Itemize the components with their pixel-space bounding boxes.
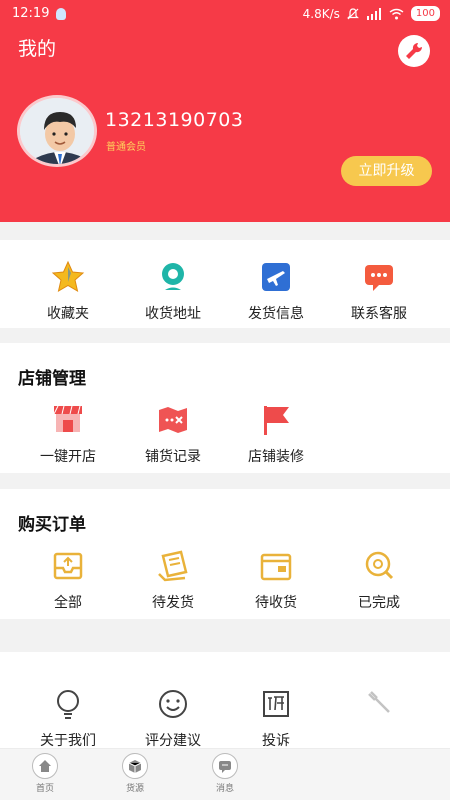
user-phone: 13213190703	[105, 109, 244, 131]
map-icon	[153, 400, 193, 440]
qq-icon	[56, 8, 66, 20]
more-item-about[interactable]: 关于我们	[18, 684, 118, 750]
quick-item-address[interactable]: 收货地址	[123, 257, 223, 323]
tab-label: 首页	[35, 784, 54, 794]
tab-messages[interactable]: 消息	[195, 753, 255, 794]
order-item-label: 待发货	[152, 595, 194, 611]
avatar[interactable]	[17, 95, 97, 167]
wrench-icon	[406, 42, 423, 59]
quick-item-favorites[interactable]: 收藏夹	[18, 257, 118, 323]
store-item-records[interactable]: 铺货记录	[123, 400, 223, 466]
quick-item-label: 发货信息	[248, 306, 304, 322]
order-item-all[interactable]: 全部	[18, 546, 118, 612]
more-item-hidden[interactable]	[329, 682, 429, 722]
store-item-label: 铺货记录	[145, 449, 201, 465]
member-level: 普通会员	[106, 142, 146, 153]
check-search-icon	[359, 546, 399, 586]
tab-supply[interactable]: 货源	[105, 753, 165, 794]
tab-label: 消息	[215, 784, 234, 794]
section-title: 购买订单	[18, 515, 86, 535]
order-item-label: 待收货	[255, 595, 297, 611]
upgrade-button[interactable]: 立即升级	[341, 156, 432, 186]
store-item-open[interactable]: 一键开店	[18, 400, 118, 466]
store-item-label: 一键开店	[40, 449, 96, 465]
smile-icon	[153, 684, 193, 724]
wifi-icon	[389, 8, 404, 19]
message-icon	[212, 753, 238, 779]
supply-box-icon	[122, 753, 148, 779]
bulb-icon	[48, 684, 88, 724]
quick-menu: 收藏夹 收货地址 发货信息 联系客服	[0, 240, 450, 328]
wallet-icon	[256, 546, 296, 586]
status-bar: 12:19 4.8K/s 100	[0, 0, 450, 30]
chat-icon	[359, 257, 399, 297]
section-title: 店铺管理	[18, 369, 86, 389]
home-icon	[32, 753, 58, 779]
flag-icon	[256, 400, 296, 440]
status-time: 12:19	[12, 6, 50, 21]
settings-button[interactable]	[398, 35, 430, 67]
more-section: 关于我们 评分建议 投诉	[0, 652, 450, 750]
inbox-icon	[48, 546, 88, 586]
user-avatar-icon	[20, 98, 94, 164]
mute-bell-icon	[346, 7, 359, 19]
store-item-label: 店铺装修	[248, 449, 304, 465]
star-icon	[48, 257, 88, 297]
box-icon	[153, 546, 193, 586]
tab-label: 货源	[125, 784, 144, 794]
tool-icon	[359, 682, 399, 722]
order-item-to-receive[interactable]: 待收货	[226, 546, 326, 612]
quick-item-label: 收货地址	[145, 306, 201, 322]
location-icon	[153, 257, 193, 297]
quick-item-label: 联系客服	[351, 306, 407, 322]
store-item-decorate[interactable]: 店铺装修	[226, 400, 326, 466]
page-title: 我的	[18, 38, 57, 60]
bottom-tab-bar: 首页 货源 消息	[0, 748, 450, 800]
battery-indicator: 100	[410, 6, 440, 21]
quick-item-service[interactable]: 联系客服	[329, 257, 429, 323]
more-item-complaint[interactable]: 投诉	[226, 684, 326, 750]
order-item-completed[interactable]: 已完成	[329, 546, 429, 612]
network-speed: 4.8K/s	[302, 6, 340, 21]
more-item-feedback[interactable]: 评分建议	[123, 684, 223, 750]
store-section: 店铺管理 一键开店 铺货记录 店铺装修	[0, 343, 450, 473]
more-item-label: 投诉	[262, 733, 290, 749]
tab-home[interactable]: 首页	[15, 753, 75, 794]
shop-icon	[48, 400, 88, 440]
quick-item-label: 收藏夹	[47, 306, 89, 322]
orders-section: 购买订单 全部 待发货 待收货 已完成	[0, 489, 450, 619]
quick-item-shipping[interactable]: 发货信息	[226, 257, 326, 323]
order-item-label: 全部	[54, 595, 82, 611]
plane-icon	[256, 257, 296, 297]
complaint-icon	[256, 684, 296, 724]
more-item-label: 关于我们	[40, 733, 96, 749]
order-item-label: 已完成	[358, 595, 400, 611]
more-item-label: 评分建议	[145, 733, 201, 749]
signal-icon	[366, 7, 381, 20]
order-item-to-ship[interactable]: 待发货	[123, 546, 223, 612]
profile-header: 12:19 4.8K/s 100 我的 13213190703 普通会员 立即升…	[0, 0, 450, 222]
